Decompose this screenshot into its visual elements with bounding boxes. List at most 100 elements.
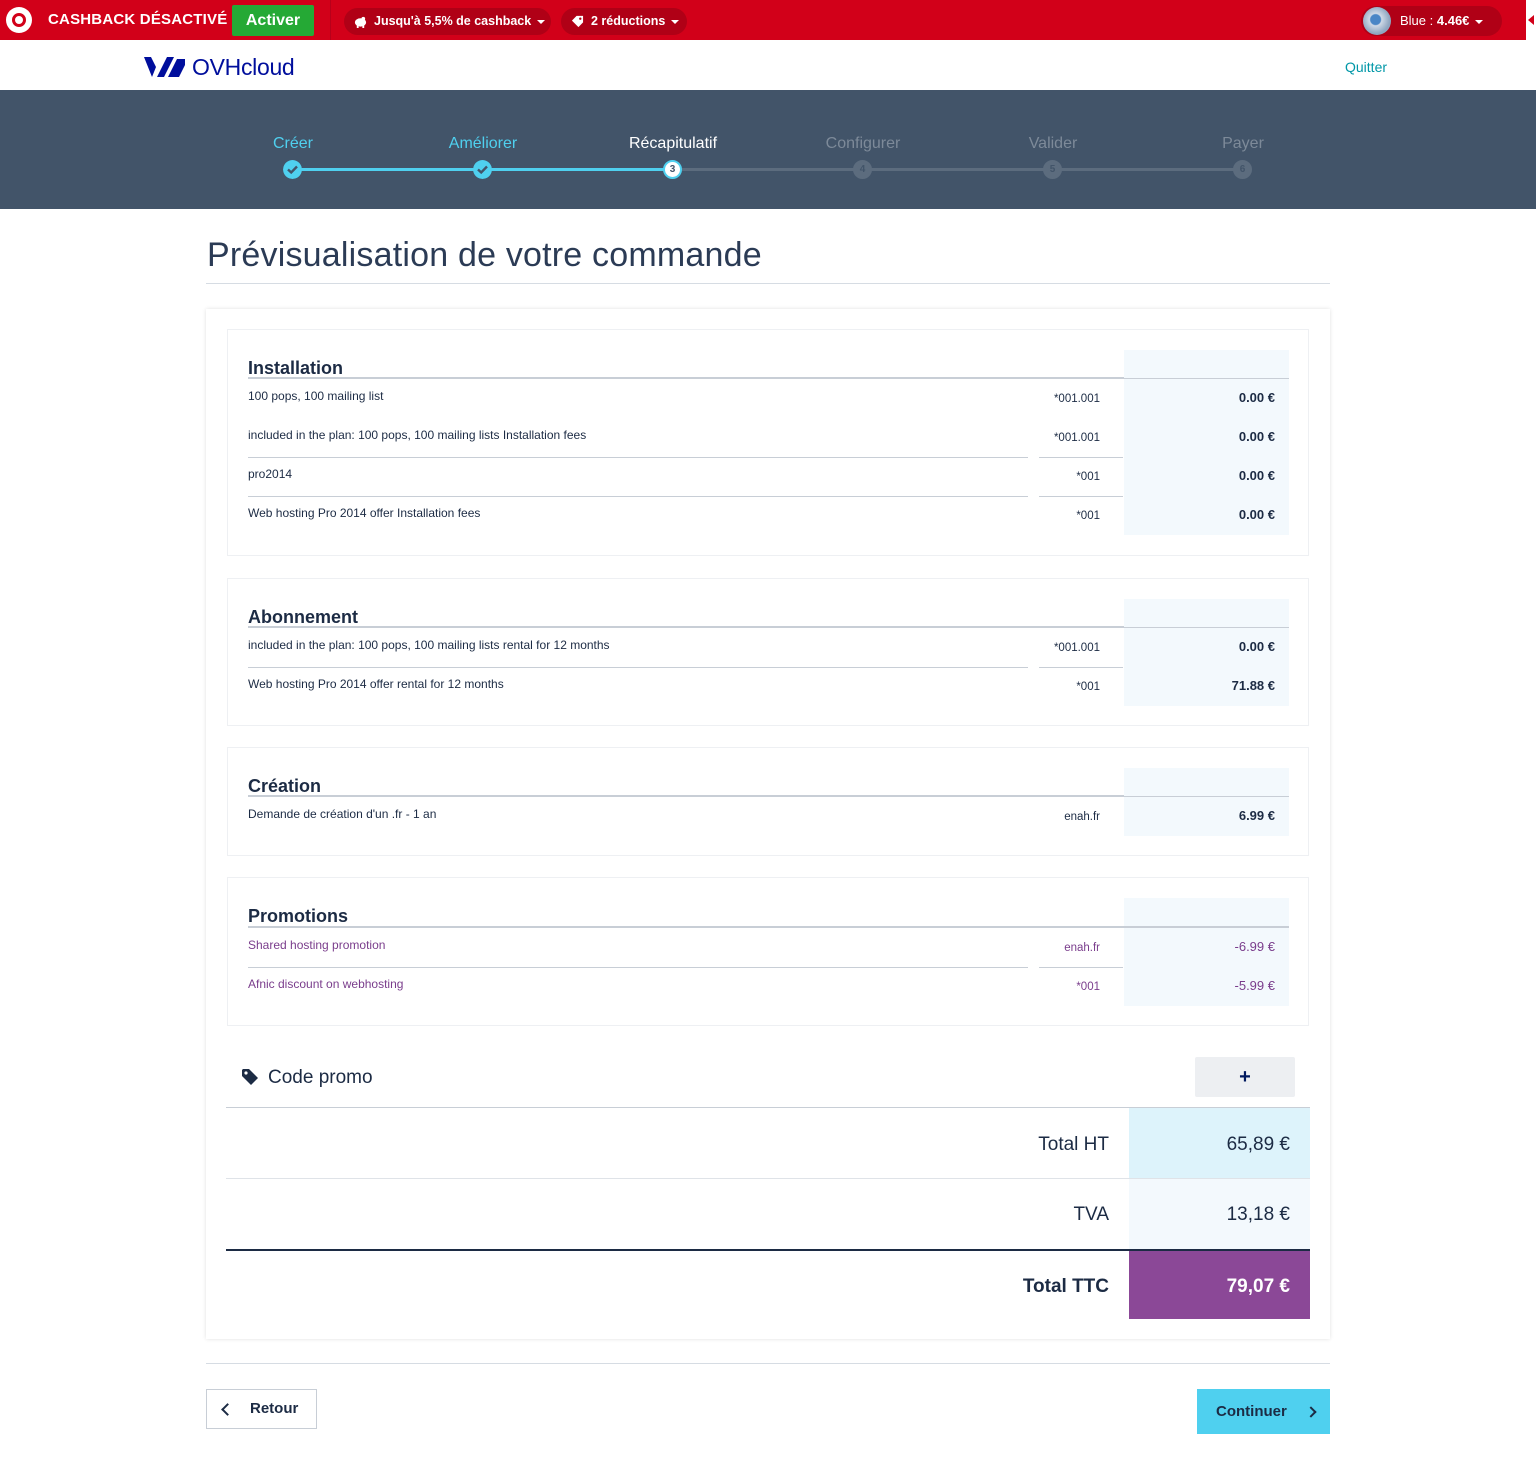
section-subscription: Abonnement included in the plan: 100 pop… xyxy=(227,578,1309,726)
tag-icon xyxy=(242,1069,258,1085)
row-price: 0.00 € xyxy=(1238,468,1275,483)
back-button[interactable]: Retour xyxy=(206,1389,317,1429)
cashback-rate-dropdown[interactable]: Jusqu'à 5,5% de cashback xyxy=(344,8,551,35)
collapse-toggle[interactable] xyxy=(1526,0,1536,40)
site-header: OVHcloud Quitter xyxy=(0,40,1536,90)
row-description: Demande de création d'un .fr - 1 an xyxy=(248,807,437,821)
divider xyxy=(248,967,1028,968)
step-number: 6 xyxy=(1233,160,1252,179)
divider xyxy=(248,667,1028,668)
step-remaining-line xyxy=(673,168,1243,171)
step-label-pay: Payer xyxy=(1222,135,1264,152)
row-reference: *001 xyxy=(1076,981,1100,993)
discounts-dropdown[interactable]: 2 réductions xyxy=(561,8,687,35)
divider xyxy=(248,496,1028,497)
price-column-header xyxy=(1124,350,1289,378)
section-creation: Création Demande de création d'un .fr - … xyxy=(227,747,1309,856)
discounts-label: 2 réductions xyxy=(591,14,666,28)
row-description: included in the plan: 100 pops, 100 mail… xyxy=(248,428,587,442)
tag-icon xyxy=(571,15,584,28)
table-row: Web hosting Pro 2014 offer Installation … xyxy=(248,496,1289,535)
step-number: 4 xyxy=(853,160,872,179)
table-row: Web hosting Pro 2014 offer rental for 12… xyxy=(248,667,1289,706)
table-row: 100 pops, 100 mailing list *001.001 0.00… xyxy=(248,379,1289,418)
user-balance: 4.46€ xyxy=(1436,13,1470,28)
section-title: Promotions xyxy=(248,906,349,926)
divider xyxy=(1039,457,1123,458)
row-reference: *001 xyxy=(1076,510,1100,522)
divider xyxy=(1039,667,1123,668)
divider xyxy=(330,0,331,40)
user-prefix: Blue : xyxy=(1400,13,1434,28)
section-header: Création xyxy=(248,768,1289,797)
section-installation: Installation 100 pops, 100 mailing list … xyxy=(227,329,1309,556)
row-price: 0.00 € xyxy=(1238,390,1275,405)
row-price: 0.00 € xyxy=(1238,429,1275,444)
row-reference: *001.001 xyxy=(1053,393,1100,405)
row-description: Afnic discount on webhosting xyxy=(248,977,404,991)
row-price: 0.00 € xyxy=(1238,639,1275,654)
check-icon[interactable] xyxy=(473,160,492,179)
row-price: 71.88 € xyxy=(1231,678,1275,693)
section-title: Abonnement xyxy=(248,607,358,627)
table-row: Afnic discount on webhosting *001 -5.99 … xyxy=(248,967,1289,1006)
total-ht-label: Total HT xyxy=(1038,1134,1109,1155)
row-reference: *001.001 xyxy=(1053,642,1100,654)
total-ttc-value: 79,07 € xyxy=(1226,1276,1290,1297)
step-label-create[interactable]: Créer xyxy=(213,135,373,153)
ovhcloud-logo-icon[interactable] xyxy=(144,55,186,79)
cashback-status: CASHBACK DÉSACTIVÉ xyxy=(48,11,228,28)
row-reference: enah.fr xyxy=(1064,811,1100,823)
logo-text[interactable]: OVHcloud xyxy=(192,54,295,81)
total-ttc-label: Total TTC xyxy=(1022,1276,1109,1297)
add-promo-code-button[interactable]: + xyxy=(1195,1057,1295,1097)
continue-button[interactable]: Continuer xyxy=(1197,1389,1330,1434)
chevron-down-icon xyxy=(537,19,546,24)
section-title: Création xyxy=(248,776,322,796)
row-description: included in the plan: 100 pops, 100 mail… xyxy=(248,638,610,652)
total-ht-value: 65,89 € xyxy=(1226,1134,1290,1155)
piggy-bank-icon xyxy=(354,16,367,28)
row-description: pro2014 xyxy=(248,467,293,481)
page-title: Prévisualisation de votre commande xyxy=(207,236,762,274)
row-description: Web hosting Pro 2014 offer Installation … xyxy=(248,506,481,520)
section-promotions: Promotions Shared hosting promotion enah… xyxy=(227,877,1309,1026)
cashback-rate-label: Jusqu'à 5,5% de cashback xyxy=(374,14,532,28)
section-title: Installation xyxy=(248,358,344,378)
check-icon[interactable] xyxy=(283,160,302,179)
row-price: 6.99 € xyxy=(1238,808,1275,823)
row-price: 0.00 € xyxy=(1238,507,1275,522)
row-price: -6.99 € xyxy=(1234,939,1275,954)
table-row: pro2014 *001 0.00 € xyxy=(248,457,1289,496)
step-number-current: 3 xyxy=(663,160,682,179)
row-reference: *001.001 xyxy=(1053,432,1100,444)
quit-link[interactable]: Quitter xyxy=(1345,59,1387,75)
table-row: included in the plan: 100 pops, 100 mail… xyxy=(248,418,1289,457)
row-description: 100 pops, 100 mailing list xyxy=(248,389,384,403)
divider xyxy=(1039,967,1123,968)
promo-code-label: Code promo xyxy=(268,1067,373,1088)
table-row: Demande de création d'un .fr - 1 an enah… xyxy=(248,797,1289,836)
price-column-header xyxy=(1124,768,1289,796)
section-header: Installation xyxy=(248,350,1289,379)
row-price: -5.99 € xyxy=(1234,978,1275,993)
step-label-summary: Récapitulatif xyxy=(628,135,718,152)
step-label-validate: Valider xyxy=(1028,135,1078,152)
divider xyxy=(206,1363,1330,1364)
activate-button[interactable]: Activer xyxy=(232,5,314,36)
step-label-improve[interactable]: Améliorer xyxy=(403,135,563,153)
row-reference: enah.fr xyxy=(1064,942,1100,954)
chevron-down-icon xyxy=(1475,19,1484,24)
step-number: 5 xyxy=(1043,160,1062,179)
row-description: Web hosting Pro 2014 offer rental for 12… xyxy=(248,677,504,691)
avatar xyxy=(1363,7,1391,35)
order-stepper: Créer Améliorer Récapitulatif Configurer… xyxy=(0,90,1536,209)
cashback-bar: CASHBACK DÉSACTIVÉ Activer Jusqu'à 5,5% … xyxy=(0,0,1536,40)
row-description: Shared hosting promotion xyxy=(248,938,386,952)
step-label-configure: Configurer xyxy=(825,135,901,152)
price-column-header xyxy=(1124,599,1289,627)
tva-label: TVA xyxy=(1073,1204,1109,1225)
cashback-logo-icon[interactable] xyxy=(6,7,32,33)
user-balance-dropdown[interactable]: Blue : 4.46€ xyxy=(1361,6,1502,36)
divider xyxy=(248,457,1028,458)
